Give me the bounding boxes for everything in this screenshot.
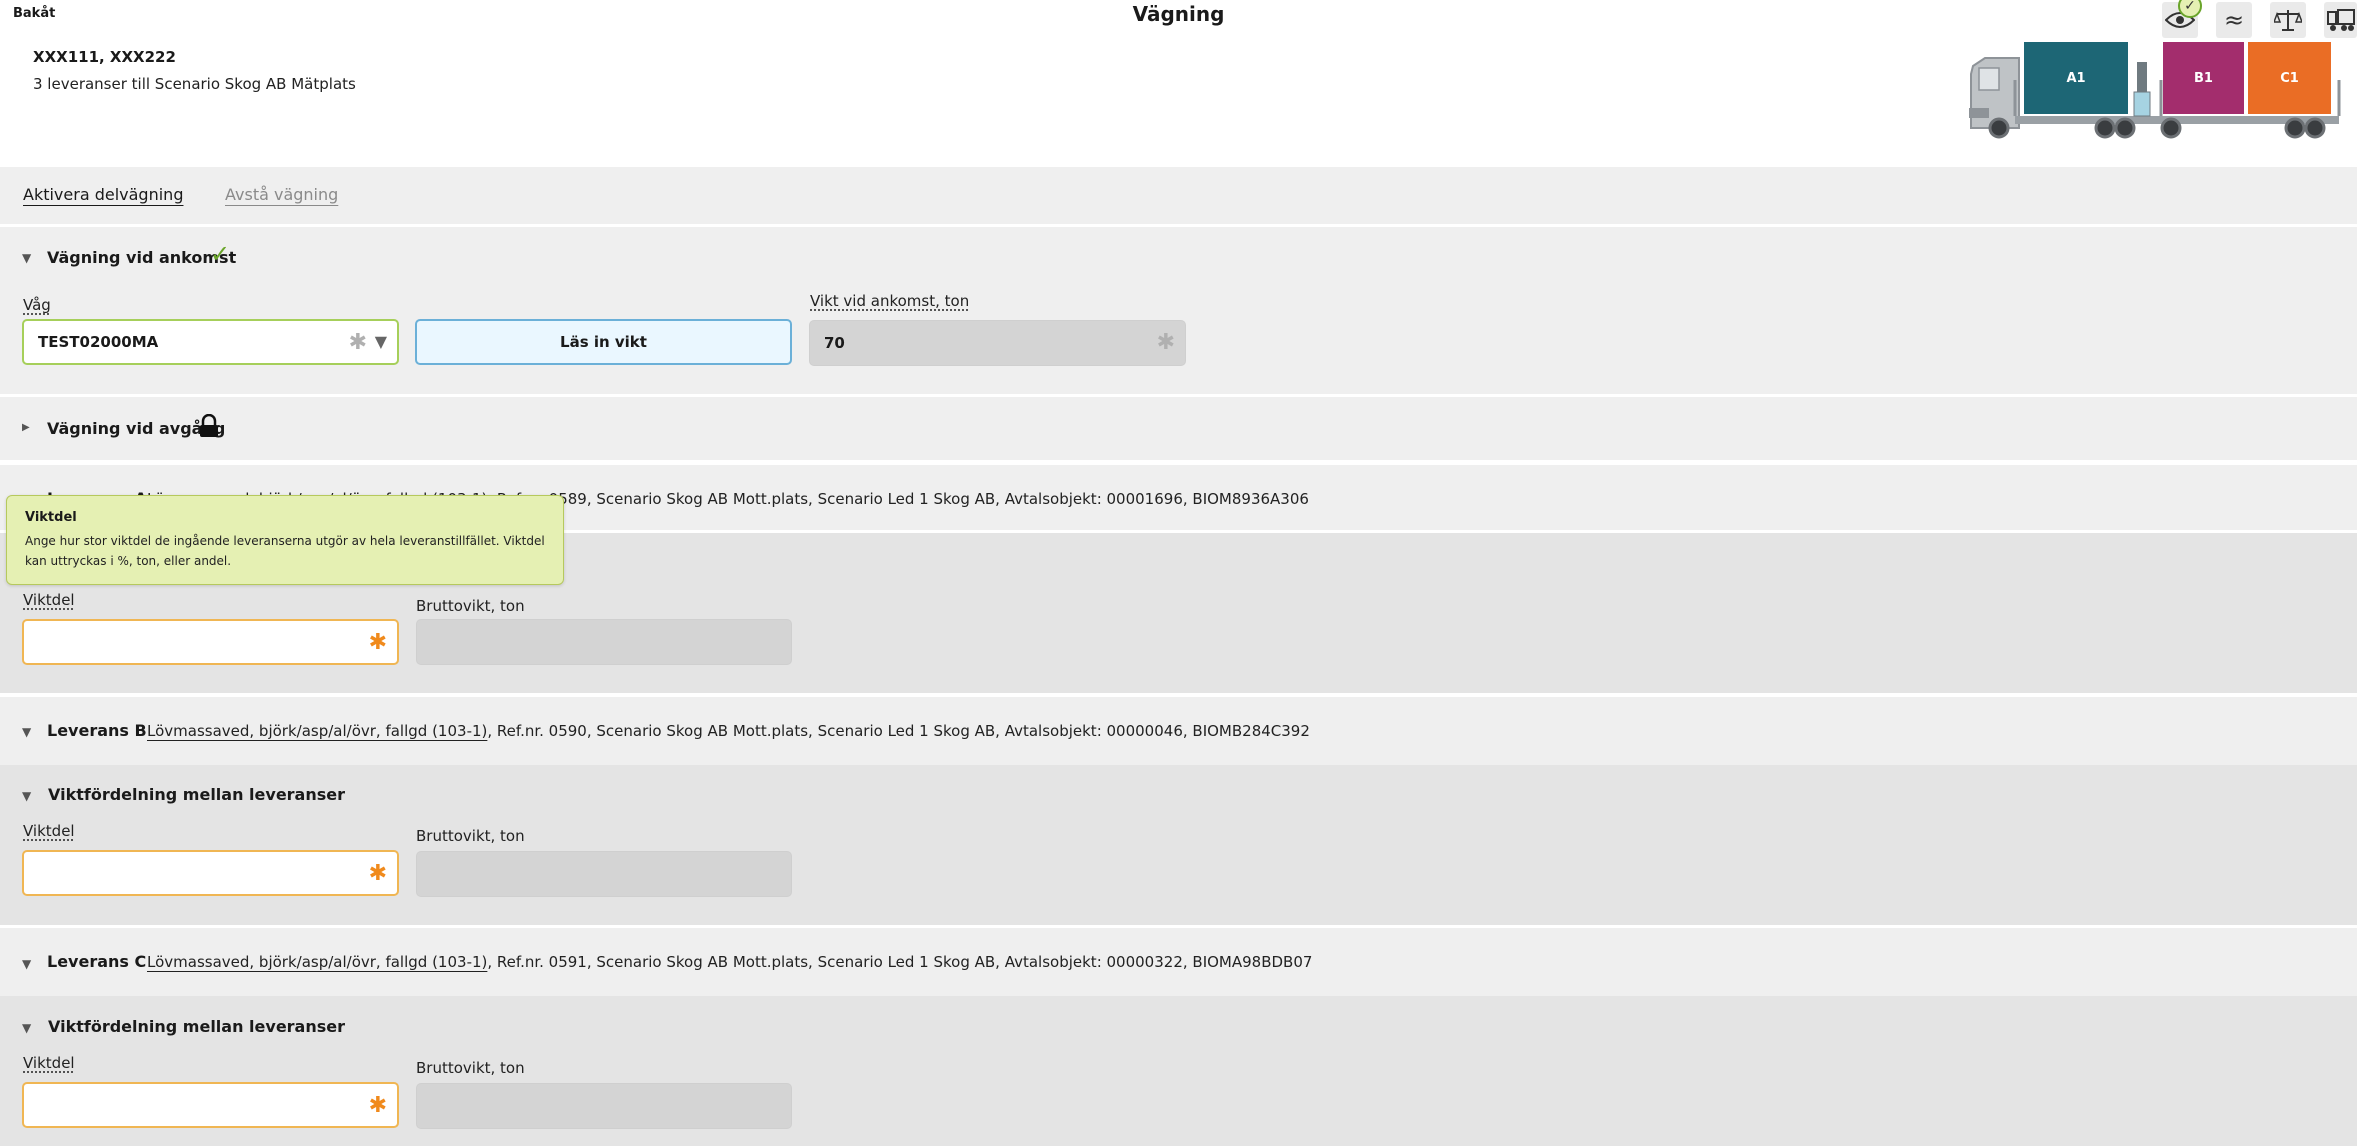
viktdel-tooltip: Viktdel Ange hur stor viktdel de ingåend… bbox=[6, 495, 564, 585]
arrival-weight-field: 70 ✱ bbox=[809, 320, 1186, 366]
delivery-b-share-label: Viktdel bbox=[23, 822, 75, 840]
container-a1: A1 bbox=[2024, 42, 2128, 114]
page-title: Vägning bbox=[1132, 2, 1225, 26]
delivery-b-weight-panel bbox=[0, 765, 2357, 925]
scale-icon[interactable] bbox=[2270, 2, 2306, 38]
delivery-b-gross-label: Bruttovikt, ton bbox=[416, 827, 525, 845]
delivery-c-title[interactable]: Leverans C bbox=[47, 952, 146, 971]
delivery-summary: 3 leveranser till Scenario Skog AB Mätpl… bbox=[33, 75, 356, 93]
required-star-icon: ✱ bbox=[1156, 330, 1175, 355]
delivery-a-share-label: Viktdel bbox=[23, 591, 75, 609]
arrival-weighing-panel bbox=[0, 227, 2357, 394]
arrival-weight-value: 70 bbox=[824, 334, 845, 352]
vehicle-ids: XXX111, XXX222 bbox=[33, 48, 176, 66]
delivery-b-share-input[interactable]: ✱ bbox=[22, 850, 399, 896]
departure-weighing-panel bbox=[0, 397, 2357, 460]
delivery-b-title[interactable]: Leverans B bbox=[47, 721, 147, 740]
arrival-collapse-caret[interactable]: ▼ bbox=[22, 251, 31, 265]
delivery-c-details: , Ref.nr. 0591, Scenario Skog AB Mott.pl… bbox=[487, 953, 1313, 971]
actions-bar bbox=[0, 167, 2357, 224]
tooltip-text: Ange hur stor viktdel de ingående levera… bbox=[25, 534, 545, 568]
delivery-c-share-label: Viktdel bbox=[23, 1054, 75, 1072]
delivery-c-description: Lövmassaved, björk/asp/al/övr, fallgd (1… bbox=[147, 953, 1312, 971]
delivery-c-section-caret[interactable]: ▼ bbox=[22, 1021, 31, 1035]
delivery-b-assortment-link[interactable]: Lövmassaved, björk/asp/al/övr, fallgd (1… bbox=[147, 722, 487, 740]
departure-expand-caret[interactable]: ▶ bbox=[22, 422, 30, 433]
scale-select[interactable]: TEST02000MA ✱ ▼ bbox=[22, 319, 399, 365]
container-b1: B1 bbox=[2163, 42, 2244, 114]
container-c1: C1 bbox=[2248, 42, 2331, 114]
chevron-down-icon[interactable]: ▼ bbox=[375, 332, 387, 351]
delivery-a-gross-field bbox=[416, 619, 792, 665]
scale-select-value: TEST02000MA bbox=[38, 333, 159, 351]
check-icon: ✓ bbox=[210, 240, 231, 268]
required-star-icon: ✱ bbox=[368, 861, 387, 886]
delivery-c-gross-label: Bruttovikt, ton bbox=[416, 1059, 525, 1077]
delivery-c-share-input[interactable]: ✱ bbox=[22, 1082, 399, 1128]
activate-partial-weighing-link[interactable]: Aktivera delvägning bbox=[23, 185, 183, 204]
delivery-b-details: , Ref.nr. 0590, Scenario Skog AB Mott.pl… bbox=[487, 722, 1310, 740]
lock-icon bbox=[198, 413, 220, 442]
tooltip-title: Viktdel bbox=[25, 510, 77, 525]
read-weight-button[interactable]: Läs in vikt bbox=[415, 319, 792, 365]
arrival-weighing-title[interactable]: Vägning vid ankomst bbox=[47, 248, 236, 267]
delivery-b-caret[interactable]: ▼ bbox=[22, 725, 31, 739]
delivery-c-caret[interactable]: ▼ bbox=[22, 957, 31, 971]
required-star-icon: ✱ bbox=[368, 630, 387, 655]
wave-icon[interactable]: ≈ bbox=[2216, 2, 2252, 38]
delivery-a-gross-label: Bruttovikt, ton bbox=[416, 597, 525, 615]
required-star-icon: ✱ bbox=[368, 1093, 387, 1118]
delivery-a-details: , Ref.nr. 0589, Scenario Skog AB Mott.pl… bbox=[487, 490, 1309, 508]
truck-small-icon[interactable] bbox=[2324, 2, 2357, 38]
delivery-c-section-title[interactable]: Viktfördelning mellan leveranser bbox=[48, 1017, 345, 1036]
scale-label: Våg bbox=[23, 296, 51, 314]
delivery-b-section-title[interactable]: Viktfördelning mellan leveranser bbox=[48, 785, 345, 804]
delivery-c-assortment-link[interactable]: Lövmassaved, björk/asp/al/övr, fallgd (1… bbox=[147, 953, 487, 971]
arrival-weight-label: Vikt vid ankomst, ton bbox=[810, 292, 970, 310]
required-star-icon: ✱ bbox=[348, 330, 367, 355]
delivery-a-share-input[interactable]: ✱ bbox=[22, 619, 399, 665]
abstain-weighing-link[interactable]: Avstå vägning bbox=[225, 185, 338, 204]
delivery-b-description: Lövmassaved, björk/asp/al/övr, fallgd (1… bbox=[147, 722, 1310, 740]
delivery-b-gross-field bbox=[416, 851, 792, 897]
delivery-c-gross-field bbox=[416, 1083, 792, 1129]
delivery-b-section-caret[interactable]: ▼ bbox=[22, 789, 31, 803]
